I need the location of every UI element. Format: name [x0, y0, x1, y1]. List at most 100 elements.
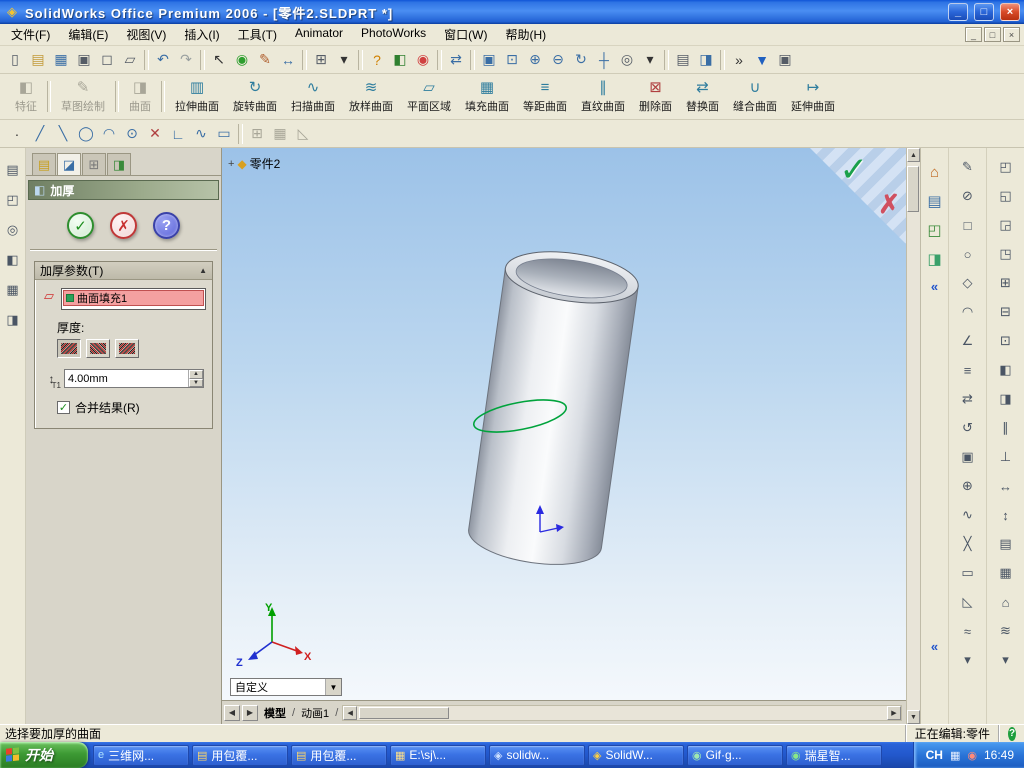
- taskbar-task-button[interactable]: ◉ Gif·g...: [687, 744, 783, 766]
- right-toolbar-icon[interactable]: ↺: [957, 417, 979, 439]
- dropdown-arrow-icon[interactable]: ▼: [325, 679, 341, 695]
- right-toolbar-icon[interactable]: ◨: [995, 388, 1017, 410]
- cylinder-model[interactable]: [465, 244, 641, 572]
- surface-tool-button[interactable]: ∥ 直纹曲面: [574, 76, 632, 117]
- right-toolbar-icon[interactable]: ◇: [957, 272, 979, 294]
- menu-item[interactable]: 工具(T): [229, 24, 286, 45]
- menu-item[interactable]: 视图(V): [117, 24, 175, 45]
- thicken-side2-button[interactable]: [115, 339, 139, 358]
- minimize-button[interactable]: _: [948, 3, 968, 21]
- menu-item[interactable]: Animator: [286, 24, 352, 45]
- vertical-scroll-track[interactable]: [907, 162, 920, 710]
- collapse-arrow-icon[interactable]: ▲: [199, 266, 207, 275]
- right-toolbar-icon[interactable]: ⊥: [995, 446, 1017, 468]
- sketch-toolbar-icon[interactable]: ◺: [292, 123, 314, 145]
- right-toolbar-icon[interactable]: ⌂: [995, 591, 1017, 613]
- right-toolbar-icon[interactable]: ⊕: [957, 475, 979, 497]
- standard-toolbar-icon[interactable]: ✎: [254, 49, 276, 71]
- right-toolbar-icon[interactable]: ⊘: [957, 185, 979, 207]
- thicken-side1-button[interactable]: [57, 339, 81, 358]
- surface-tool-button[interactable]: ◨ 曲面: [122, 76, 158, 117]
- right-toolbar-icon[interactable]: ∥: [995, 417, 1017, 439]
- standard-toolbar-icon[interactable]: ⊡: [501, 49, 523, 71]
- standard-toolbar-icon[interactable]: ▯: [4, 49, 26, 71]
- mdi-restore-button[interactable]: □: [984, 27, 1001, 42]
- menu-item[interactable]: 插入(I): [175, 24, 228, 45]
- standard-toolbar-icon[interactable]: ⇄: [445, 49, 467, 71]
- scroll-down-icon[interactable]: ▼: [907, 710, 920, 724]
- graphics-area[interactable]: Y X Z + ◆ 零件2 ✓ ✗: [222, 148, 906, 700]
- help-button[interactable]: ?: [153, 212, 180, 239]
- quick-tips-icon[interactable]: ?: [1008, 726, 1016, 741]
- clock[interactable]: 16:49: [984, 748, 1014, 762]
- left-dock-icon[interactable]: ◨: [3, 310, 23, 330]
- sketch-toolbar-icon[interactable]: ▦: [269, 123, 291, 145]
- right-toolbar-icon[interactable]: ⇄: [957, 388, 979, 410]
- sketch-toolbar-icon[interactable]: ∿: [190, 123, 212, 145]
- configuration-dropdown[interactable]: 自定义 ▼: [230, 678, 342, 696]
- standard-toolbar-icon[interactable]: ↖: [208, 49, 230, 71]
- surface-tool-button[interactable]: ✎ 草图绘制: [54, 76, 112, 117]
- scroll-left-icon[interactable]: ◀: [343, 705, 358, 720]
- right-toolbar-icon[interactable]: ◰: [995, 156, 1017, 178]
- antivirus-tray-icon[interactable]: ◉: [967, 749, 977, 762]
- right-toolbar-icon[interactable]: ◺: [957, 591, 979, 613]
- design-library-icon[interactable]: ▤: [927, 192, 941, 210]
- right-toolbar-icon[interactable]: ▣: [957, 446, 979, 468]
- standard-toolbar-icon[interactable]: ◧: [389, 49, 411, 71]
- right-toolbar-icon[interactable]: ↔: [995, 475, 1017, 497]
- taskbar-task-button[interactable]: ▤ 用包覆...: [291, 744, 387, 766]
- standard-toolbar-icon[interactable]: ◻: [96, 49, 118, 71]
- sketch-toolbar-icon[interactable]: ╱: [29, 123, 51, 145]
- home-icon[interactable]: ⌂: [930, 164, 939, 181]
- tree-expand-icon[interactable]: +: [228, 158, 234, 170]
- standard-toolbar-icon[interactable]: ▣: [478, 49, 500, 71]
- surface-tool-button[interactable]: ↦ 延伸曲面: [784, 76, 842, 117]
- standard-toolbar-icon[interactable]: ▣: [73, 49, 95, 71]
- right-toolbar-icon[interactable]: ◳: [995, 243, 1017, 265]
- sketch-toolbar-icon[interactable]: ⊞: [246, 123, 268, 145]
- standard-toolbar-icon[interactable]: ↶: [152, 49, 174, 71]
- menu-item[interactable]: 编辑(E): [59, 24, 117, 45]
- confirm-cancel-button[interactable]: ✗: [878, 190, 900, 220]
- standard-toolbar-icon[interactable]: ◉: [412, 49, 434, 71]
- right-toolbar-icon[interactable]: ⊡: [995, 330, 1017, 352]
- scroll-right-icon[interactable]: ▶: [887, 705, 901, 720]
- collapse-chevron-bottom-icon[interactable]: «: [931, 639, 938, 654]
- surface-tool-button[interactable]: ↻ 旋转曲面: [226, 76, 284, 117]
- scroll-up-icon[interactable]: ▲: [907, 148, 920, 162]
- sketch-toolbar-icon[interactable]: ·: [6, 123, 28, 145]
- start-button[interactable]: 开始: [0, 742, 88, 768]
- sketch-toolbar-icon[interactable]: ∟: [167, 123, 189, 145]
- sketch-toolbar-icon[interactable]: ✕: [144, 123, 166, 145]
- surface-tool-button[interactable]: ▦ 填充曲面: [458, 76, 516, 117]
- restore-button[interactable]: □: [974, 3, 994, 21]
- surface-tool-button[interactable]: ⇄ 替换面: [679, 76, 726, 117]
- taskbar-task-button[interactable]: ◈ solidw...: [489, 744, 585, 766]
- menu-item[interactable]: 文件(F): [2, 24, 59, 45]
- left-dock-icon[interactable]: ▤: [3, 160, 23, 180]
- right-toolbar-icon[interactable]: ▤: [995, 533, 1017, 555]
- right-toolbar-icon[interactable]: ◱: [995, 185, 1017, 207]
- file-explorer-icon[interactable]: ◰: [927, 221, 941, 239]
- spin-down-icon[interactable]: ▼: [189, 378, 203, 387]
- flyout-feature-tree[interactable]: + ◆ 零件2: [228, 155, 280, 172]
- standard-toolbar-icon[interactable]: ▾: [333, 49, 355, 71]
- right-toolbar-icon[interactable]: ↕: [995, 504, 1017, 526]
- mdi-minimize-button[interactable]: _: [965, 27, 982, 42]
- taskbar-task-button[interactable]: ▦ E:\sj\...: [390, 744, 486, 766]
- taskbar-task-button[interactable]: e 三维网...: [93, 744, 189, 766]
- standard-toolbar-icon[interactable]: »: [728, 49, 750, 71]
- configurationmanager-tab-icon[interactable]: ⊞: [82, 153, 106, 175]
- standard-toolbar-icon[interactable]: ⊞: [310, 49, 332, 71]
- right-toolbar-icon[interactable]: ⊟: [995, 301, 1017, 323]
- left-dock-icon[interactable]: ◎: [3, 220, 23, 240]
- selected-surface-item[interactable]: 曲面填充1: [63, 290, 204, 306]
- right-toolbar-icon[interactable]: ╳: [957, 533, 979, 555]
- right-toolbar-icon[interactable]: ∿: [957, 504, 979, 526]
- propertymanager-tab-icon[interactable]: ◪: [57, 153, 81, 175]
- view-palette-icon[interactable]: ◨: [927, 250, 941, 268]
- taskbar-task-button[interactable]: ◈ SolidW...: [588, 744, 684, 766]
- taskbar-task-button[interactable]: ▤ 用包覆...: [192, 744, 288, 766]
- taskbar-task-button[interactable]: ◉ 瑞星智...: [786, 744, 882, 766]
